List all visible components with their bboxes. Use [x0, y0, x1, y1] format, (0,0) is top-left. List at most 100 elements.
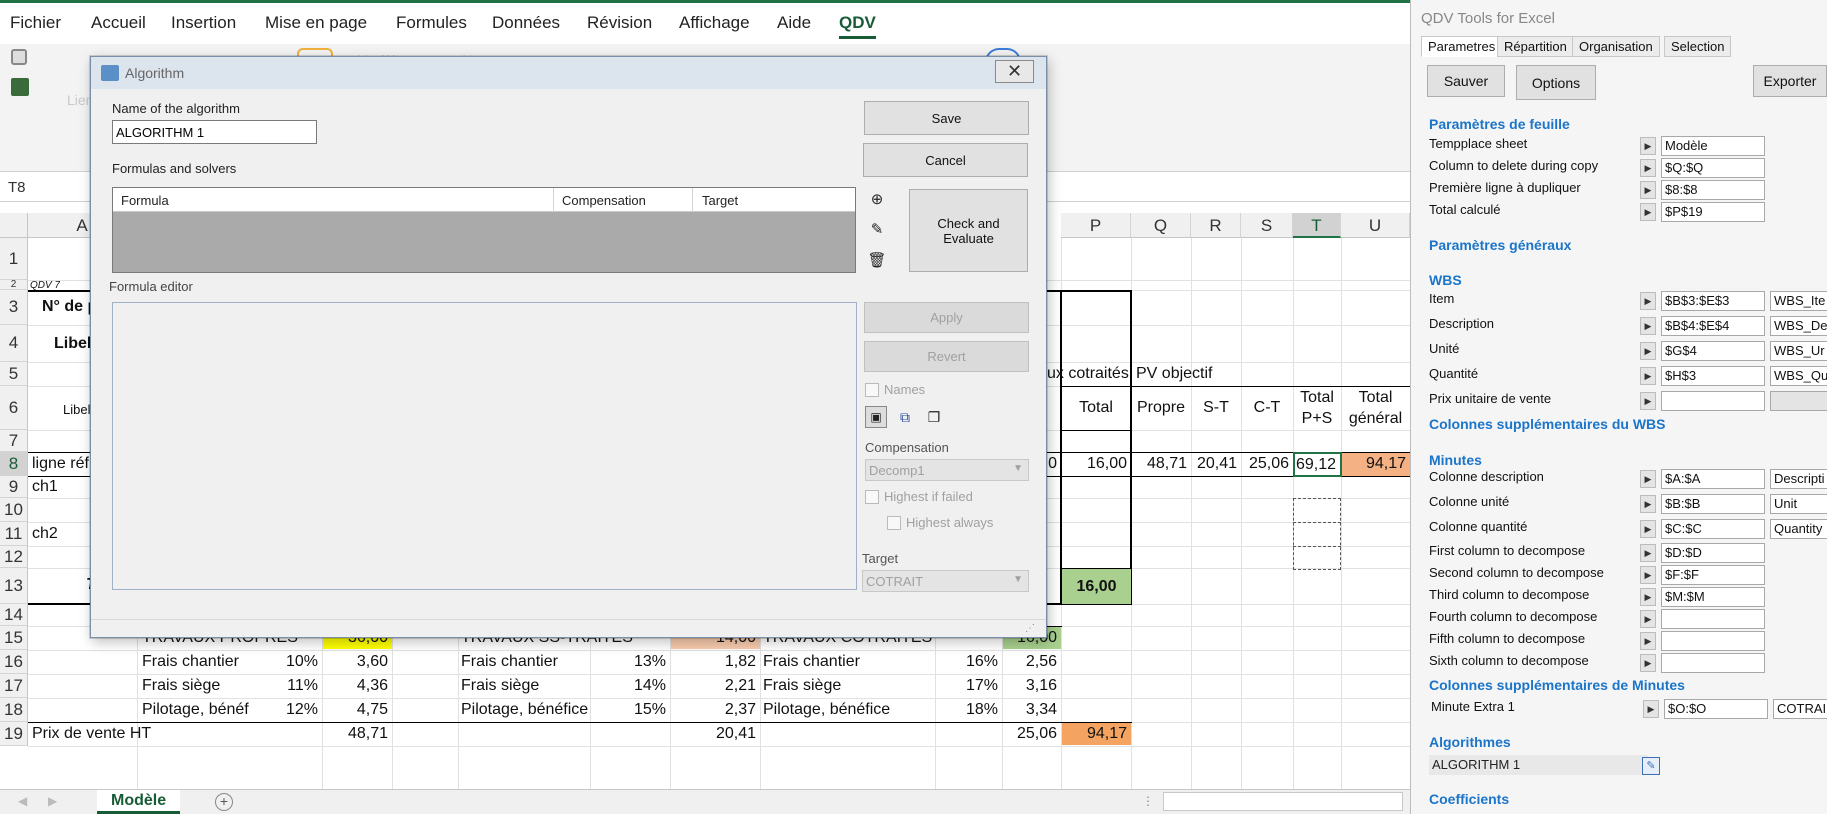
edit-formula-icon[interactable]: ✎ — [866, 218, 888, 240]
cell-h16[interactable]: 1,82 — [671, 651, 760, 673]
cell-p8[interactable]: 16,00 — [1061, 453, 1131, 475]
row-header-1[interactable]: 1 — [0, 238, 28, 280]
scroll-right-icon[interactable]: ▶ — [48, 794, 57, 808]
cell-a9[interactable]: ch1 — [32, 476, 58, 498]
col-header-t[interactable]: T — [1293, 213, 1341, 238]
cell-u8[interactable]: 94,17 — [1342, 453, 1410, 476]
options-button[interactable]: Options — [1516, 65, 1596, 100]
highest-always-checkbox[interactable] — [887, 516, 901, 530]
target-select[interactable]: COTRAIT ▼ — [862, 570, 1029, 592]
row-header-2[interactable]: 2 — [0, 279, 28, 290]
cell-d17[interactable]: 4,36 — [323, 675, 392, 697]
expand-arrow-icon[interactable]: ▶ — [1640, 342, 1656, 360]
highest-if-failed-checkbox[interactable] — [865, 490, 879, 504]
cell-q6[interactable]: Propre — [1131, 397, 1191, 419]
algorithm-list-item[interactable]: ALGORITHM 1 — [1429, 755, 1648, 775]
cell-p19[interactable]: 94,17 — [1062, 723, 1131, 745]
cell-b16[interactable]: Frais chantier — [142, 651, 239, 673]
row-header-6[interactable]: 6 — [0, 386, 28, 430]
expand-arrow-icon[interactable]: ▶ — [1640, 292, 1656, 310]
minutes-extra[interactable]: Descripti — [1770, 469, 1827, 489]
minutes-value[interactable] — [1661, 653, 1765, 673]
wbs-value[interactable]: $B$3:$E$3 — [1661, 291, 1765, 311]
feuille-value[interactable]: Modèle — [1661, 136, 1765, 156]
col-header-q[interactable]: Q — [1131, 213, 1191, 238]
cell-t8-selected[interactable]: 69,12 — [1293, 452, 1342, 477]
expand-arrow-icon[interactable]: ▶ — [1640, 470, 1656, 488]
minutes-value[interactable]: $M:$M — [1661, 587, 1765, 607]
sheet-tab-modele[interactable]: Modèle — [97, 790, 181, 814]
check-evaluate-button[interactable]: Check and Evaluate — [909, 189, 1028, 272]
tab-donnees[interactable]: Données — [492, 13, 560, 33]
cell-b17[interactable]: Frais siège — [142, 675, 220, 697]
formula-editor[interactable] — [112, 302, 857, 590]
col-header-p[interactable]: P — [1061, 213, 1131, 238]
col-compensation[interactable]: Compensation — [562, 193, 646, 208]
wbs-extra[interactable]: WBS_De — [1770, 316, 1827, 336]
dialog-titlebar[interactable]: Algorithm ✕ — [91, 57, 1046, 89]
expand-arrow-icon[interactable]: ▶ — [1640, 495, 1656, 513]
row-header-8[interactable]: 8 — [0, 452, 28, 476]
minutes-value[interactable]: $D:$D — [1661, 543, 1765, 563]
tab-fichier[interactable]: Fichier — [10, 13, 61, 33]
expand-arrow-icon[interactable]: ▶ — [1640, 610, 1656, 628]
expand-arrow-icon[interactable]: ▶ — [1640, 181, 1656, 199]
cell-l16[interactable]: 2,56 — [1003, 651, 1061, 673]
minutes-value[interactable] — [1661, 609, 1765, 629]
cell-l18[interactable]: 3,34 — [1003, 699, 1061, 721]
cell-g18[interactable]: 15% — [600, 699, 670, 721]
cell-f18[interactable]: Pilotage, bénéfice — [461, 699, 588, 721]
cell-q8[interactable]: 48,71 — [1131, 453, 1191, 475]
expand-arrow-icon[interactable]: ▶ — [1640, 392, 1656, 410]
cell-i18[interactable]: Pilotage, bénéfice — [763, 699, 890, 721]
cell-a11[interactable]: ch2 — [32, 523, 58, 545]
minutes-extra-extra[interactable]: COTRAI — [1773, 699, 1827, 719]
cell-l19[interactable]: 25,06 — [1003, 723, 1061, 745]
cell-a19[interactable]: Prix de vente HT — [32, 723, 151, 745]
formula-table[interactable]: Formula Compensation Target — [112, 187, 856, 273]
cell-d16[interactable]: 3,60 — [323, 651, 392, 673]
col-header-r[interactable]: R — [1191, 213, 1241, 238]
minutes-value[interactable]: $B:$B — [1661, 494, 1765, 514]
cell-d18[interactable]: 4,75 — [323, 699, 392, 721]
row-header-11[interactable]: 11 — [0, 522, 28, 546]
wbs-extra[interactable]: WBS_Ite — [1770, 291, 1827, 311]
cell-l17[interactable]: 3,16 — [1003, 675, 1061, 697]
minutes-extra[interactable]: Quantity — [1770, 519, 1827, 539]
resize-grip-icon[interactable]: ⋰ — [1025, 623, 1035, 634]
cell-h17[interactable]: 2,21 — [671, 675, 760, 697]
row-header-18[interactable]: 18 — [0, 698, 28, 722]
expand-arrow-icon[interactable]: ▶ — [1640, 203, 1656, 221]
wbs-value[interactable]: $H$3 — [1661, 366, 1765, 386]
wbs-extra[interactable]: WBS_Ur — [1770, 341, 1827, 361]
save-button[interactable]: Save — [864, 101, 1029, 135]
wbs-extra[interactable] — [1770, 391, 1827, 411]
tab-mise-en-page[interactable]: Mise en page — [265, 13, 367, 33]
sauver-button[interactable]: Sauver — [1427, 65, 1505, 97]
expand-arrow-icon[interactable]: ▶ — [1640, 632, 1656, 650]
row-header-7[interactable]: 7 — [0, 430, 28, 452]
cell-o5[interactable]: ux cotraités — [1047, 363, 1133, 385]
expand-arrow-icon[interactable]: ▶ — [1640, 137, 1656, 155]
paste-icon[interactable]: ❐ — [923, 406, 945, 428]
add-sheet-icon[interactable]: + — [215, 793, 233, 811]
col-formula[interactable]: Formula — [121, 193, 169, 208]
copy-icon[interactable]: ⧉ — [894, 406, 916, 428]
cell-s8[interactable]: 25,06 — [1241, 453, 1293, 475]
delete-formula-icon[interactable]: 🗑 — [866, 249, 888, 271]
close-icon[interactable]: ✕ — [995, 60, 1034, 83]
cell-t6[interactable]: Total P+S — [1293, 387, 1341, 429]
row-header-13[interactable]: 13 — [0, 568, 28, 604]
tab-insertion[interactable]: Insertion — [171, 13, 236, 33]
tab-affichage[interactable]: Affichage — [679, 13, 750, 33]
cell-p6[interactable]: Total — [1061, 397, 1131, 419]
tab-formules[interactable]: Formules — [396, 13, 467, 33]
expand-arrow-icon[interactable]: ▶ — [1640, 317, 1656, 335]
select-all-corner[interactable] — [0, 213, 28, 238]
row-header-9[interactable]: 9 — [0, 476, 28, 498]
cube-icon[interactable] — [11, 49, 27, 65]
minutes-extra-value[interactable]: $O:$O — [1664, 699, 1768, 719]
cell-r6[interactable]: S-T — [1191, 397, 1241, 419]
tab-organisation[interactable]: Organisation — [1572, 36, 1660, 57]
row-header-15[interactable]: 15 — [0, 626, 28, 650]
